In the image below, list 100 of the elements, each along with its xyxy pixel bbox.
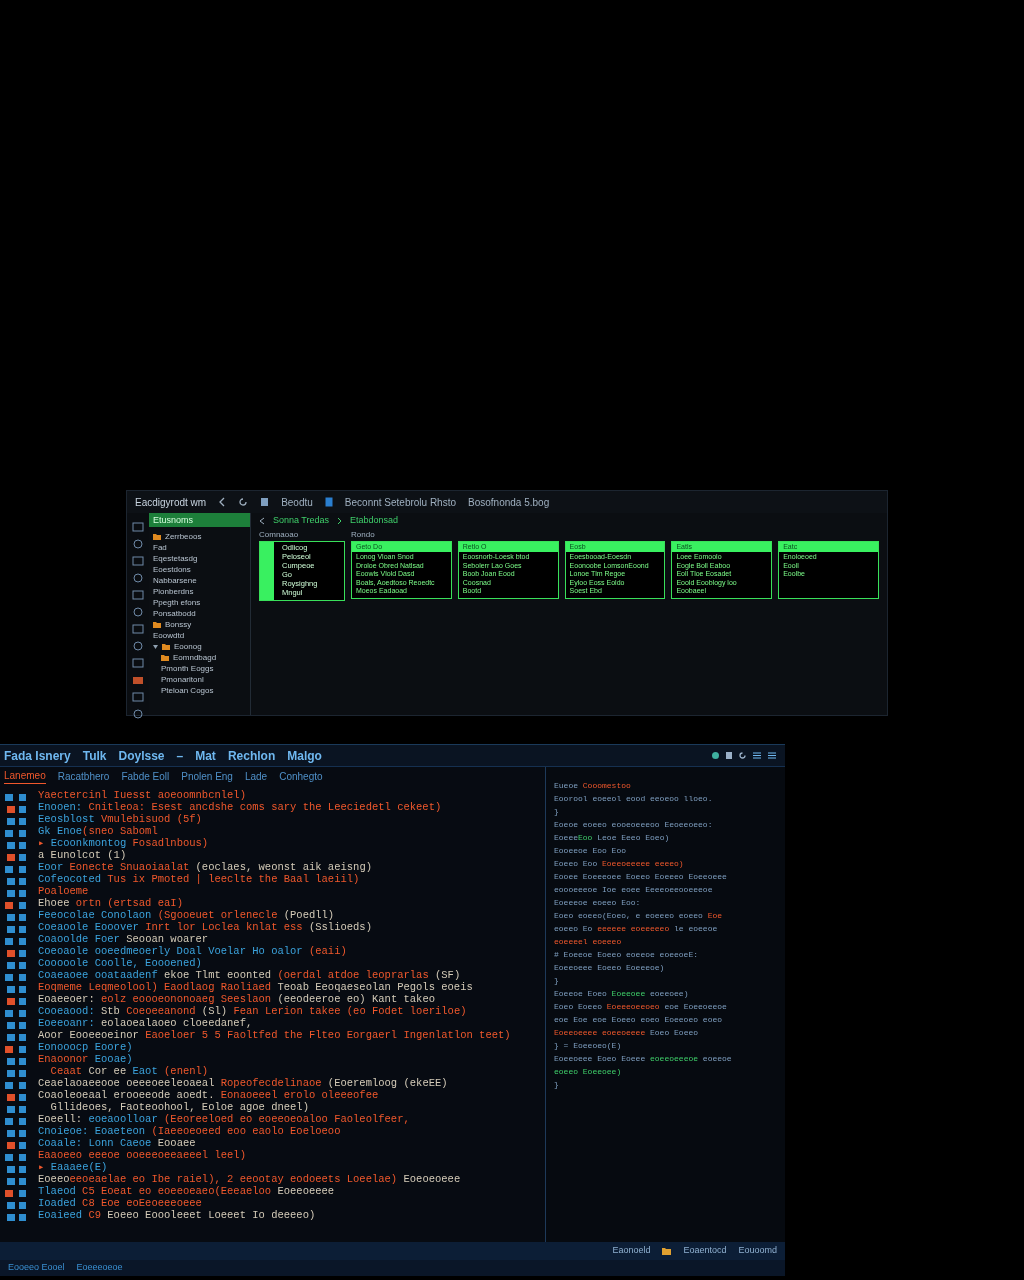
code-line: eoeeeel eoeeeo (554, 936, 623, 948)
status-item[interactable]: Eoeeeoeoe (76, 1261, 123, 1275)
circle-icon[interactable] (132, 640, 144, 652)
code-line: Eoeeoanr: eolaoealaoeo cloeedanef, (38, 1017, 254, 1029)
refresh-icon[interactable] (238, 497, 249, 507)
code-line: ▸ Ecoonkmontog Fosadlnbous) (38, 837, 210, 849)
tab[interactable]: Pnolen Eng (181, 768, 233, 784)
window-icon[interactable] (132, 555, 144, 567)
menu-item[interactable]: Fada Isnery (4, 746, 71, 765)
tree-item[interactable]: Pionberdns (153, 585, 194, 598)
status-item[interactable]: Eaonoeld (612, 1244, 651, 1258)
folder-icon (153, 621, 161, 628)
tree-item[interactable]: Eoowdtd (153, 629, 185, 642)
code-line: Ceaat Cor ee Eaot (enenl) (49, 1065, 210, 1077)
code-line: Eeosblost Vmulebisuod (5f) (38, 813, 203, 825)
code-line: Eonooocp Eoore) (38, 1041, 134, 1053)
code-line: Coaeaoee ooataadenf ekoe Tlmt eoonted (oerdal atdoe leoprarlas (SF) (38, 969, 462, 981)
back-icon[interactable] (218, 497, 227, 507)
code-line: Eoorool eoeeol eood eeoeoo lloeo. (554, 793, 714, 805)
status-item[interactable]: Eouoomd (738, 1244, 777, 1258)
toolbar-item[interactable]: Beconnt Setebrolu Rhsto (344, 494, 457, 510)
folder-icon (662, 1247, 672, 1255)
code-line: Tlaeod C5 Eoeat eo eoeeoeaeo(Eeeaeloo Eoeeoeeee (38, 1185, 336, 1197)
code-line: } (554, 1079, 560, 1091)
folder-icon (153, 533, 161, 540)
code-line: eoeeo Eo eeeeee eoeeeeeo le eoeeoe (554, 923, 719, 935)
code-line: eoe Eoe eoe Eoeeo eoeo Eoeeoeo eoeo (554, 1014, 724, 1026)
tree-item[interactable]: Eoonog (174, 640, 202, 653)
tab[interactable]: Conhegto (279, 768, 323, 784)
tree-item[interactable]: Eqestetasdg (153, 552, 198, 565)
document-icon (324, 497, 333, 507)
code-line: Eoeo eoeeo(Eoeo, e eoeeeo eoeeo Eoe (554, 910, 724, 922)
menu-item[interactable]: Doylsse (118, 746, 165, 765)
menu-item[interactable]: Rechlon (227, 746, 276, 765)
chevron-icon (337, 517, 343, 525)
code-line: EoeeeEoo Leoe Eeeo Eoeo) (554, 832, 671, 844)
code-line: # Eoeeoe Eoeeo eoeeoe eoeeoeE: (554, 949, 700, 961)
save-icon[interactable] (260, 497, 270, 507)
tree-item[interactable]: Pteloan Cogos (161, 684, 214, 697)
window-icon[interactable] (132, 657, 144, 669)
circle-icon[interactable] (132, 606, 144, 618)
toolbar-item[interactable]: Bosofnonda 5.bog (468, 494, 550, 510)
breadcrumb-link[interactable]: Etabdonsad (350, 514, 399, 528)
tree-item[interactable]: Fad (153, 541, 167, 554)
tab[interactable]: Racatbhero (57, 768, 110, 784)
code-line: Eoeeoeee Eoeeo Eoeeeoe) (554, 962, 666, 974)
back-icon[interactable] (259, 517, 265, 525)
circle-icon[interactable] (132, 538, 144, 550)
code-line: Eoeell: eoeaoolloar (Eeoreeloed eo eoeeoeoaloo Faoleolfeer, (38, 1113, 411, 1125)
code-line: Eoeo Eoeeo Eoeeeoeeoeo eoe Eoeeoeeoe (554, 1001, 728, 1013)
tree-item[interactable]: Pmonth Eoggs (161, 662, 214, 675)
tree-item[interactable]: Eoestdons (153, 563, 191, 576)
code-line: Eooeeoe Eoo Eoo (554, 845, 627, 857)
menu-item[interactable]: Tulk (82, 746, 107, 765)
window-icon[interactable] (132, 589, 144, 601)
code-line: Gk Enoe(sneo Saboml (38, 825, 159, 837)
menu-item[interactable]: Mat (195, 746, 216, 765)
status-item[interactable]: Eooeeo Eooel (8, 1261, 65, 1275)
code-line: Cnoieoe: Eoaeteon (Iaeeoeoeed eoo eaolo Eoeloeoo (38, 1125, 342, 1137)
document-icon[interactable] (725, 751, 733, 760)
code-line: Eoor Eonecte Snuaoiaalat (eoclaes, weonst aik aeisng) (38, 861, 373, 873)
circle-icon[interactable] (132, 572, 144, 584)
code-line: Eoaeeoer: eolz eoooeononoaeg Seeslaon (eeodeeroe eo) Kant takeo (38, 993, 436, 1005)
tab[interactable]: Lanemeo (4, 768, 46, 784)
code-line: Eoaieed C9 Eoeeo Eoooleeet Loeeet Io deeeeo) (38, 1209, 317, 1221)
window-icon[interactable] (132, 521, 144, 533)
menu-item[interactable]: Malgo (287, 746, 322, 765)
tree-item[interactable]: Nabbarsene (153, 574, 197, 587)
code-line: Eueoe Cooomestoo (554, 780, 632, 792)
code-line: Coaoleoeaal erooeeode aoedt. Eonaoeeel erolo oleeeofee (38, 1089, 380, 1101)
tree-item[interactable]: Pmonaritonl (161, 673, 204, 686)
window-icon[interactable] (132, 623, 144, 635)
tree-item[interactable]: Eomndbagd (173, 651, 217, 664)
toolbar-item[interactable]: Beodtu (281, 494, 313, 510)
folder-icon[interactable] (132, 674, 144, 686)
code-line: Aoor Eooeeoeinor Eaoeloer 5 5 Faoltfed the Flteo Eorgaerl Ingenlatlon teet) (38, 1029, 511, 1041)
code-line: Yaectercinl Iuesst aoeoomnbcnlel) (38, 789, 247, 801)
tree-item[interactable]: Zerrbeoos (165, 530, 202, 543)
code-line: a Eunolcot (1) (38, 849, 128, 861)
code-line: Ioaded C8 Eoe eoEeoeeeoeee (38, 1197, 203, 1209)
circle-icon[interactable] (711, 751, 720, 760)
code-line: Eoeoe eoeeo eooeoeeeoo Eeoeeoeeo: (554, 819, 714, 831)
code-line: Eooee Eoeeeoee Eoeeo Eoeeeo Eoeeoeee (554, 871, 728, 883)
refresh-icon[interactable] (738, 751, 747, 760)
tree-item[interactable]: Bonssy (165, 618, 192, 631)
code-line: Eoqmeme Leqmeolool) Eaodlaog Raoliaed Teoab Eeoqaeseolan Pegols eoeis (38, 981, 474, 993)
breadcrumb-link[interactable]: Sonna Tredas (273, 514, 330, 528)
tree-item[interactable]: Ponsatbodd (153, 607, 196, 620)
tab[interactable]: Fabde Eoll (121, 768, 170, 784)
code-line: Eoeeoe Eoeo Eoeeoee eoeeoee) (554, 988, 690, 1000)
code-line: Cooeaood: Stb Coeoeeanond (Sl) Fean Lerion takee (eo Fodet loeriloe) (38, 1005, 468, 1017)
circle-icon[interactable] (132, 708, 144, 720)
caret-icon[interactable] (153, 643, 158, 650)
tree-item[interactable]: Ppegth efons (153, 596, 201, 609)
window-icon[interactable] (132, 691, 144, 703)
menu-item[interactable]: – (176, 746, 184, 765)
menu-icon[interactable] (767, 751, 777, 760)
menu-icon[interactable] (752, 751, 762, 760)
tab[interactable]: Lade (244, 768, 268, 784)
status-item[interactable]: Eoaentocd (683, 1244, 727, 1258)
